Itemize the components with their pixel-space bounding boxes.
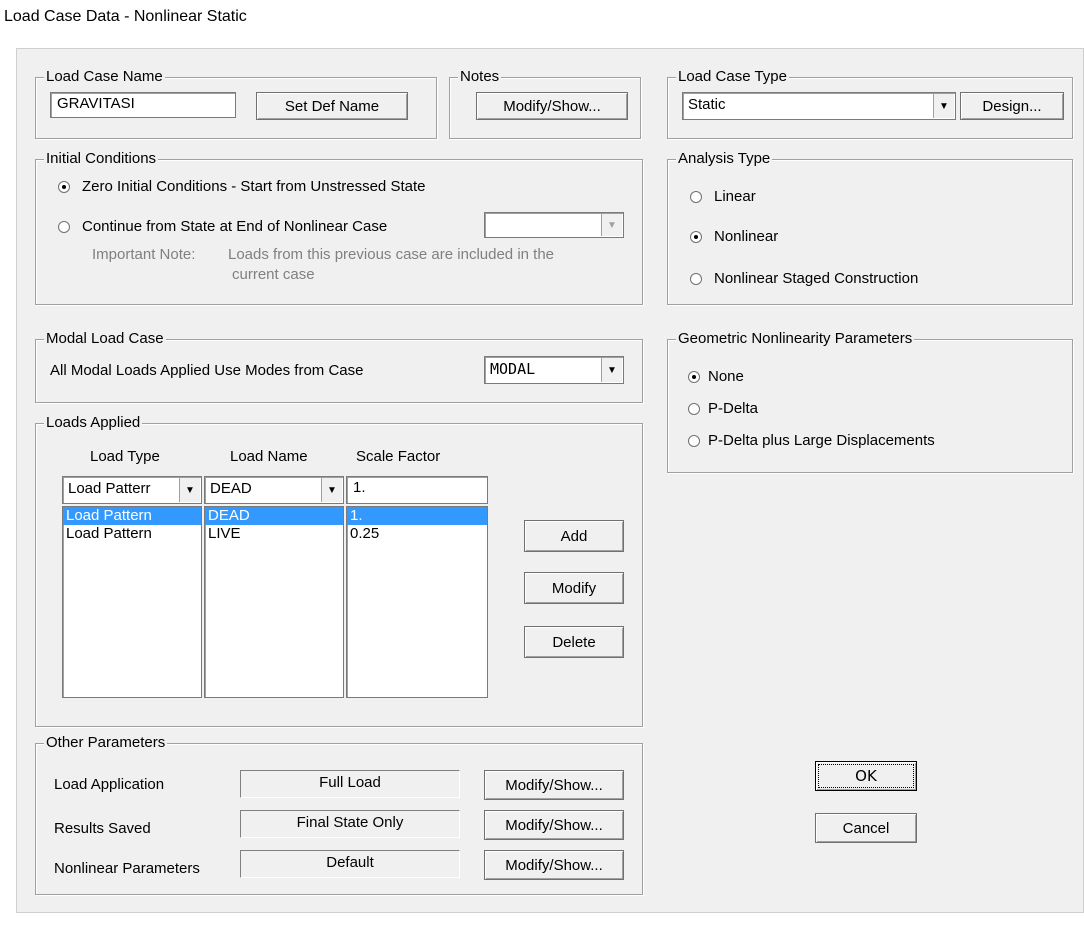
geometric-pdelta-large-label: P-Delta plus Large Displacements — [708, 432, 935, 449]
nonlinear-parameters-modify-button[interactable]: Modify/Show... — [484, 850, 624, 880]
geometric-none-label: None — [708, 368, 744, 385]
header-load-type: Load Type — [90, 448, 160, 465]
other-parameters-legend: Other Parameters — [44, 734, 168, 751]
radio-unselected-icon — [688, 402, 700, 415]
nonlinear-parameters-label: Nonlinear Parameters — [54, 860, 200, 877]
load-case-name-input[interactable]: GRAVITASI — [50, 92, 236, 118]
geometric-nonlinearity-legend: Geometric Nonlinearity Parameters — [676, 330, 915, 347]
chevron-down-icon[interactable]: ▼ — [933, 94, 954, 118]
load-case-type-value: Static — [688, 96, 726, 113]
notes-group: Notes Modify/Show... — [449, 68, 641, 139]
list-item[interactable]: Load Pattern — [63, 507, 201, 525]
radio-selected-icon — [690, 230, 702, 243]
radio-unselected-icon — [58, 220, 70, 233]
important-note-line1: Loads from this previous case are includ… — [228, 246, 555, 263]
geometric-pdelta-radio[interactable]: P-Delta — [688, 400, 758, 417]
modal-case-select[interactable]: MODAL ▼ — [484, 356, 624, 384]
radio-unselected-icon — [690, 190, 702, 203]
loads-applied-legend: Loads Applied — [44, 414, 143, 431]
load-case-type-group: Load Case Type Static ▼ Design... — [667, 68, 1073, 139]
loads-applied-group: Loads Applied Load Type Load Name Scale … — [35, 414, 643, 727]
results-saved-modify-button[interactable]: Modify/Show... — [484, 810, 624, 840]
continue-from-state-radio[interactable]: Continue from State at End of Nonlinear … — [58, 218, 387, 235]
continue-case-select[interactable]: ▼ — [484, 212, 624, 238]
load-case-type-select[interactable]: Static ▼ — [682, 92, 956, 120]
list-item[interactable]: LIVE — [205, 525, 343, 543]
design-button[interactable]: Design... — [960, 92, 1064, 120]
load-case-name-legend: Load Case Name — [44, 68, 165, 85]
zero-initial-conditions-radio[interactable]: Zero Initial Conditions - Start from Uns… — [58, 178, 425, 195]
list-item[interactable]: DEAD — [205, 507, 343, 525]
other-parameters-group: Other Parameters Load Application Full L… — [35, 734, 643, 895]
set-def-name-button[interactable]: Set Def Name — [256, 92, 408, 120]
window-title: Load Case Data - Nonlinear Static — [4, 8, 247, 25]
delete-button[interactable]: Delete — [524, 626, 624, 658]
results-saved-value: Final State Only — [240, 810, 460, 838]
cancel-button[interactable]: Cancel — [815, 813, 917, 843]
load-case-type-legend: Load Case Type — [676, 68, 789, 85]
radio-selected-icon — [688, 370, 700, 383]
list-item[interactable]: 1. — [347, 507, 487, 525]
radio-unselected-icon — [688, 434, 700, 447]
modal-load-case-label: All Modal Loads Applied Use Modes from C… — [50, 362, 364, 379]
dialog-body: Load Case Name GRAVITASI Set Def Name No… — [16, 48, 1084, 913]
results-saved-label: Results Saved — [54, 820, 151, 837]
important-note-label: Important Note: — [92, 246, 196, 263]
nonlinear-parameters-value: Default — [240, 850, 460, 878]
load-type-list[interactable]: Load Pattern Load Pattern — [62, 506, 202, 698]
chevron-down-icon[interactable]: ▼ — [601, 358, 622, 382]
notes-legend: Notes — [458, 68, 502, 85]
load-name-list[interactable]: DEAD LIVE — [204, 506, 344, 698]
ok-button[interactable]: OK — [815, 761, 917, 791]
geometric-none-radio[interactable]: None — [688, 368, 744, 385]
load-type-select[interactable]: Load Patterr ▼ — [62, 476, 202, 504]
geometric-pdelta-label: P-Delta — [708, 400, 759, 417]
continue-from-state-label: Continue from State at End of Nonlinear … — [82, 218, 388, 235]
radio-selected-icon — [58, 180, 70, 193]
geometric-pdelta-large-radio[interactable]: P-Delta plus Large Displacements — [688, 432, 935, 449]
load-application-label: Load Application — [54, 776, 165, 793]
chevron-down-icon[interactable]: ▼ — [601, 214, 622, 236]
analysis-type-linear-label: Linear — [714, 188, 756, 205]
modal-load-case-group: Modal Load Case All Modal Loads Applied … — [35, 330, 643, 403]
initial-conditions-legend: Initial Conditions — [44, 150, 159, 167]
radio-unselected-icon — [690, 272, 702, 285]
load-name-value: DEAD — [210, 480, 252, 497]
chevron-down-icon[interactable]: ▼ — [179, 478, 200, 502]
analysis-type-legend: Analysis Type — [676, 150, 773, 167]
load-application-modify-button[interactable]: Modify/Show... — [484, 770, 624, 800]
modify-button[interactable]: Modify — [524, 572, 624, 604]
add-button[interactable]: Add — [524, 520, 624, 552]
header-scale-factor: Scale Factor — [356, 448, 441, 465]
header-load-name: Load Name — [230, 448, 308, 465]
analysis-type-nonlinear-label: Nonlinear — [714, 228, 779, 245]
modal-case-value: MODAL — [490, 360, 536, 378]
analysis-type-nonlinear-radio[interactable]: Nonlinear — [690, 228, 778, 245]
load-type-value: Load Patterr — [68, 480, 151, 497]
list-item[interactable]: 0.25 — [347, 525, 487, 543]
modal-load-case-legend: Modal Load Case — [44, 330, 166, 347]
scale-factor-input[interactable]: 1. — [346, 476, 488, 504]
important-note-line2: current case — [232, 266, 315, 283]
load-case-name-group: Load Case Name GRAVITASI Set Def Name — [35, 68, 437, 139]
geometric-nonlinearity-group: Geometric Nonlinearity Parameters None P… — [667, 330, 1073, 473]
analysis-type-group: Analysis Type Linear Nonlinear Nonlinear… — [667, 150, 1073, 305]
load-name-select[interactable]: DEAD ▼ — [204, 476, 344, 504]
list-item[interactable]: Load Pattern — [63, 525, 201, 543]
load-application-value: Full Load — [240, 770, 460, 798]
zero-initial-conditions-label: Zero Initial Conditions - Start from Uns… — [82, 178, 426, 195]
analysis-type-linear-radio[interactable]: Linear — [690, 188, 756, 205]
initial-conditions-group: Initial Conditions Zero Initial Conditio… — [35, 150, 643, 305]
analysis-type-staged-label: Nonlinear Staged Construction — [714, 270, 919, 287]
chevron-down-icon[interactable]: ▼ — [321, 478, 342, 502]
scale-factor-list[interactable]: 1. 0.25 — [346, 506, 488, 698]
analysis-type-staged-radio[interactable]: Nonlinear Staged Construction — [690, 270, 918, 287]
notes-modify-show-button[interactable]: Modify/Show... — [476, 92, 628, 120]
